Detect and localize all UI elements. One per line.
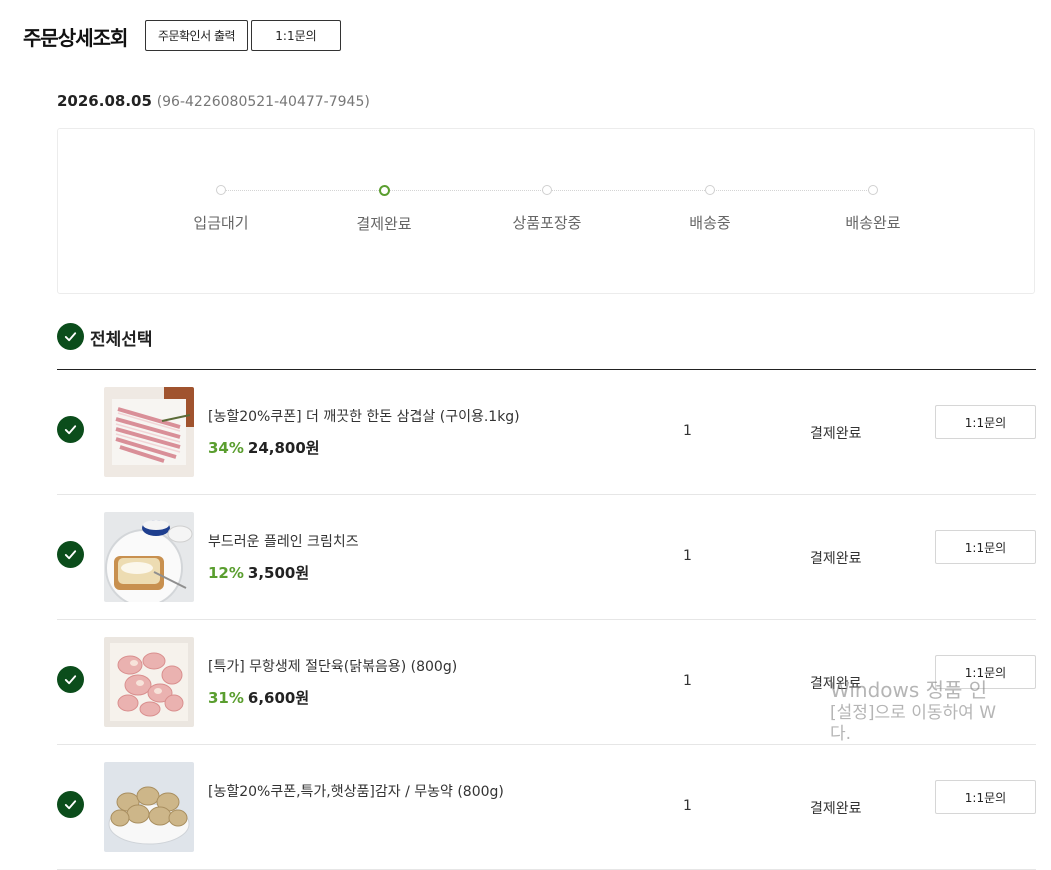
discount-rate: 31% [208, 689, 244, 707]
step-dot [216, 185, 226, 195]
price-amount: 3,500원 [247, 564, 310, 582]
product-price: 12% 3,500원 [208, 562, 309, 583]
item-status: 결제완료 [810, 801, 862, 817]
order-meta: 2026.08.05 (96-4226080521-40477-7945) [57, 92, 370, 110]
watermark-line-2: [설정]으로 이동하여 W [830, 703, 997, 723]
step-dot-active [378, 185, 390, 196]
item-checkbox[interactable] [57, 791, 84, 818]
order-date: 2026.08.05 [57, 92, 152, 110]
item-inquiry-button[interactable]: 1:1문의 [935, 780, 1036, 814]
check-icon [64, 425, 77, 435]
watermark-line-3: 다. [830, 724, 852, 745]
step-dot [705, 185, 715, 195]
inquiry-button[interactable]: 1:1문의 [251, 20, 341, 51]
print-order-confirmation-button[interactable]: 주문확인서 출력 [145, 20, 248, 51]
item-inquiry-button[interactable]: 1:1문의 [935, 405, 1036, 439]
product-name[interactable]: [특가] 무항생제 절단육(닭볶음용) (800g) [208, 656, 457, 676]
discount-rate: 34% [208, 439, 244, 457]
select-all-checkbox[interactable] [57, 323, 84, 350]
price-amount: 24,800원 [247, 439, 320, 457]
discount-rate: 12% [208, 564, 244, 582]
step-label: 배송중 [689, 214, 731, 232]
check-icon [64, 550, 77, 560]
order-item-row: [농할20%쿠폰] 더 깨끗한 한돈 삼겹살 (구이용.1kg) 34% 24,8… [57, 370, 1036, 495]
step-label: 결제완료 [356, 215, 412, 233]
step-label: 입금대기 [193, 214, 249, 232]
chicken-cuts-image[interactable] [104, 637, 194, 727]
order-item-row: [농할20%쿠폰,특가,햇상품]감자 / 무농약 (800g) 1 결제완료 1… [57, 745, 1036, 870]
item-status: 결제완료 [810, 551, 862, 567]
quantity: 1 [683, 798, 692, 814]
check-icon [64, 800, 77, 810]
order-item-row: 부드러운 플레인 크림치즈 12% 3,500원 1 결제완료 1:1문의 [57, 495, 1036, 620]
item-checkbox[interactable] [57, 541, 84, 568]
product-name[interactable]: 부드러운 플레인 크림치즈 [208, 531, 359, 551]
product-price: 31% 6,600원 [208, 687, 309, 708]
check-icon [64, 332, 77, 342]
step-payment-pending: 입금대기 [161, 185, 281, 233]
step-packing: 상품포장중 [487, 185, 607, 233]
item-status: 결제완료 [810, 426, 862, 442]
quantity: 1 [683, 423, 692, 439]
select-all-label: 전체선택 [90, 330, 153, 350]
potato-image[interactable] [104, 762, 194, 852]
step-delivered: 배송완료 [813, 185, 933, 233]
item-inquiry-button[interactable]: 1:1문의 [935, 530, 1036, 564]
step-label: 배송완료 [845, 214, 901, 232]
step-shipping: 배송중 [650, 185, 770, 233]
cream-cheese-image[interactable] [104, 512, 194, 602]
product-name[interactable]: [농할20%쿠폰] 더 깨끗한 한돈 삼겹살 (구이용.1kg) [208, 406, 520, 426]
quantity: 1 [683, 548, 692, 564]
product-name[interactable]: [농할20%쿠폰,특가,햇상품]감자 / 무농약 (800g) [208, 781, 504, 801]
product-price: 34% 24,800원 [208, 437, 320, 458]
step-label: 상품포장중 [512, 214, 582, 232]
page-title: 주문상세조회 [23, 26, 128, 50]
order-number: (96-4226080521-40477-7945) [156, 94, 370, 110]
step-dot [868, 185, 878, 195]
pork-belly-image[interactable] [104, 387, 194, 477]
step-payment-complete: 결제완료 [324, 185, 444, 234]
watermark-line-1: Windows 정품 인 [830, 678, 988, 702]
order-status-tracker: 입금대기 결제완료 상품포장중 배송중 배송완료 [57, 128, 1035, 294]
step-dot [542, 185, 552, 195]
windows-activation-watermark: Windows 정품 인 [설정]으로 이동하여 W 다. [830, 678, 996, 746]
check-icon [64, 675, 77, 685]
item-checkbox[interactable] [57, 416, 84, 443]
price-amount: 6,600원 [247, 689, 310, 707]
item-checkbox[interactable] [57, 666, 84, 693]
quantity: 1 [683, 673, 692, 689]
